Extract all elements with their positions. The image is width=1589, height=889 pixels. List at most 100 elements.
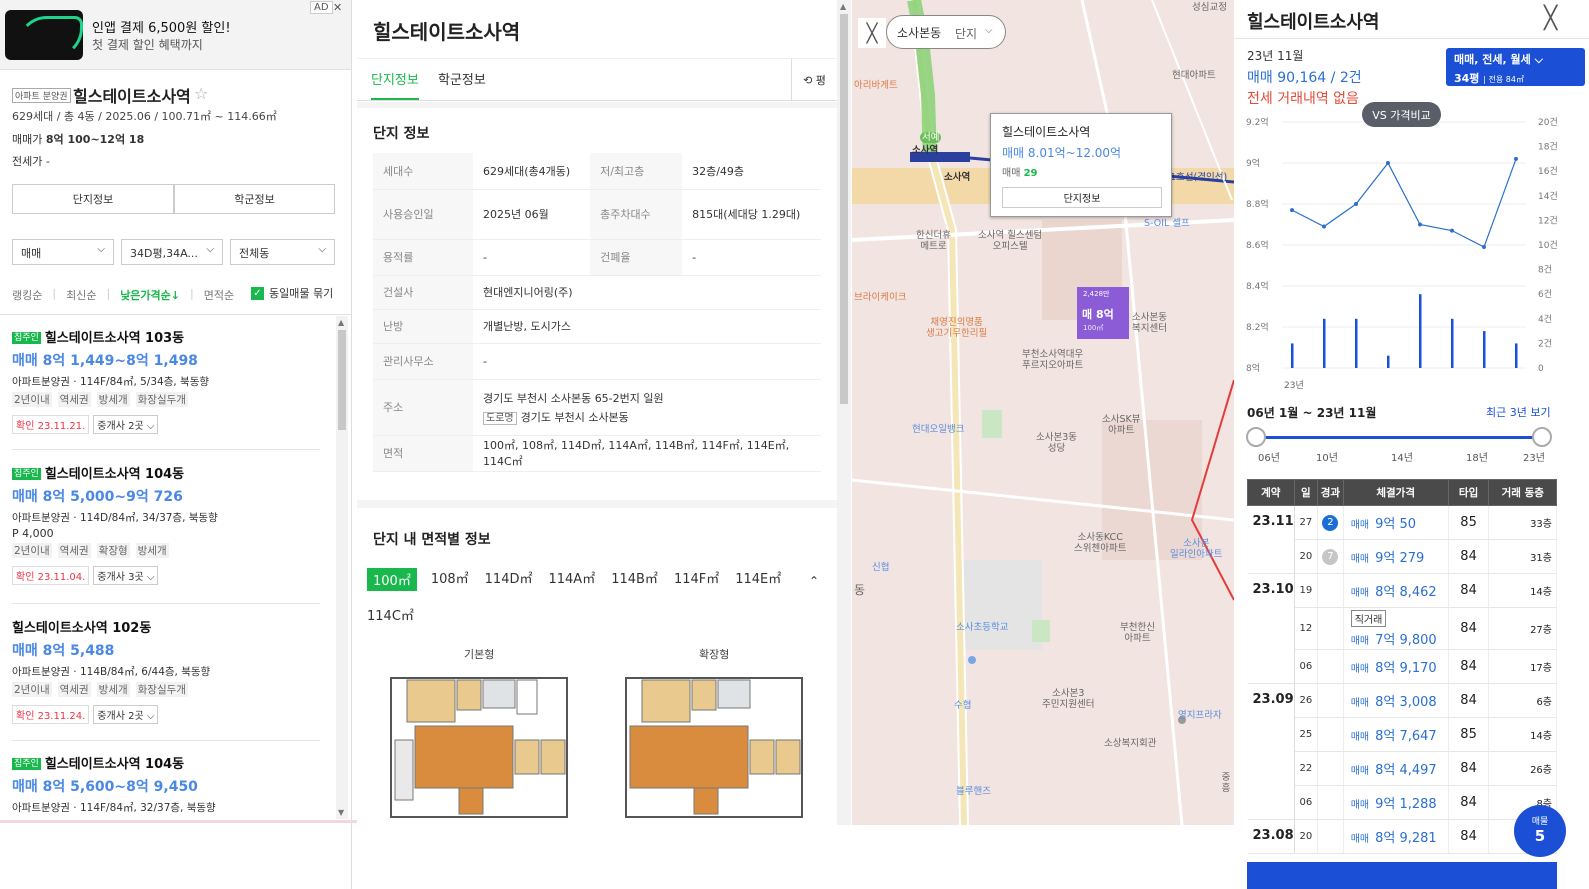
trade-type-area: 84 <box>1448 607 1490 650</box>
listings-fab-button[interactable]: 매물 5 <box>1514 805 1566 857</box>
table-row[interactable]: 12 직거래 매매 7억 9,800 84 27층 <box>1248 607 1557 650</box>
table-row[interactable]: 06매매9억 1,288848층 <box>1248 785 1557 820</box>
map-price-marker[interactable]: 2,428만 매 8억 100㎡ <box>1077 287 1129 339</box>
table-row[interactable]: 23.10 19 매매 8억 8,462 84 14층 <box>1247 573 1557 684</box>
popup-complex-info-button[interactable]: 단지정보 <box>1002 187 1162 208</box>
list-item[interactable]: 집주인 힐스테이트소사역 104동 매매 8억 5,000~9억 726 아파트분… <box>12 463 322 585</box>
area-tab[interactable]: 108㎡ <box>431 568 469 591</box>
chart-grid <box>1282 121 1526 369</box>
area-tab[interactable]: 114B㎡ <box>611 568 658 591</box>
area-tab[interactable]: 100㎡ <box>367 568 417 591</box>
trade-type-dropdown[interactable]: 매매, 전세, 월세 ⌵ 34평 | 전용 84㎡ <box>1446 48 1585 86</box>
table-row[interactable]: 06 매매 8억 9,170 84 17층 <box>1248 649 1557 684</box>
area-tab[interactable]: 114C㎡ <box>367 605 414 624</box>
sort-ranking[interactable]: 랭킹순 <box>12 287 42 303</box>
popup-price: 매매 8.01억~12.00억 <box>1002 146 1122 160</box>
trade-floor: 26층 <box>1488 751 1557 786</box>
complex-info-button[interactable]: 단지정보 <box>12 184 174 214</box>
price-history-panel: 힐스테이트소사역 ╳ 23년 11월 매매 90,164 / 2건 전세 거래내… <box>1234 0 1589 889</box>
area-tab[interactable]: 114D㎡ <box>485 568 533 591</box>
ad-close-icon[interactable]: ✕ <box>333 1 342 14</box>
elapsed-badge <box>1317 751 1344 786</box>
table-row[interactable]: 23.11 27 2 매매 9억 50 85 33층 <box>1247 505 1557 574</box>
info-value: 629세대(총4개동) <box>473 153 591 190</box>
area-tab[interactable]: 114E㎡ <box>735 568 781 591</box>
close-icon[interactable]: ╳ <box>858 18 886 48</box>
compare-price-button[interactable]: VS 가격비교 <box>1362 102 1441 127</box>
panel-title: 힐스테이트소사역 <box>1247 12 1380 33</box>
list-item[interactable]: 집주인 힐스테이트소사역 103동 매매 8억 1,449~8억 1,498 아파… <box>12 327 322 434</box>
transaction-table: 계약 일 경과 체결가격 타입 거래 동층 23.11 27 2 매매 9억 50 85 3… <box>1247 479 1558 854</box>
chart-bar <box>1451 318 1454 368</box>
building-select[interactable]: 전체동 ⌵ <box>230 239 335 265</box>
info-key: 주소 <box>373 379 473 436</box>
school-info-button[interactable]: 학군정보 <box>174 184 335 214</box>
slider-start-handle[interactable] <box>1246 427 1266 447</box>
tab-complex-info[interactable]: 단지정보 <box>371 69 419 100</box>
list-item[interactable]: 집주인 힐스테이트소사역 104동 매매 8억 5,600~8억 9,450 아파… <box>12 753 322 815</box>
area-tab[interactable]: 114F㎡ <box>674 568 719 591</box>
tag: 2년이내 <box>12 543 52 558</box>
ad-title: 인앱 결제 6,500원 할인! <box>92 21 231 36</box>
price-value: 8억 9,281 <box>1375 831 1437 846</box>
chart-point <box>1386 161 1390 165</box>
complex-name[interactable]: 힐스테이트소사역 <box>73 83 191 107</box>
trade-floor: 14층 <box>1488 573 1557 608</box>
tag: 방세개 <box>96 392 130 407</box>
chart-bar <box>1419 294 1422 368</box>
chart-x-label: 23년 <box>1284 380 1304 391</box>
map-label: 한신더휴 메트로 <box>916 230 951 252</box>
map-label: 부천한신 아파트 <box>1120 622 1155 644</box>
detail-scrollbar[interactable]: ▲ <box>837 0 851 825</box>
table-row[interactable]: 22 매매 8억 4,497 84 26층 <box>1248 751 1557 786</box>
table-row[interactable]: 25 매매 8억 7,647 85 14층 <box>1248 717 1557 752</box>
table-row[interactable]: 23.09 26 매매 8억 3,008 84 6층 <box>1247 683 1557 820</box>
table-row[interactable]: 20 7 매매 9억 279 84 31층 <box>1248 539 1557 574</box>
complex-popup[interactable]: 힐스테이트소사역 매매 8.01억~12.00억 매매 29 단지정보 <box>990 113 1172 217</box>
recent-3-years-link[interactable]: 최근 3년 보기 <box>1486 404 1551 420</box>
agent-count-button[interactable]: 중개사 2곳 ⌵ <box>93 705 159 724</box>
sort-latest[interactable]: 최신순 <box>66 287 96 303</box>
price-chart[interactable]: 9.2억 9억 8.8억 8.6억 8.4억 8.2억 8억 20건 18건 16건 14건 12건… <box>1234 110 1589 395</box>
bottom-action-bar[interactable] <box>1247 862 1557 889</box>
period-slider-track[interactable] <box>1252 436 1544 439</box>
detail-tabs: 단지정보 학군정보 ⟲ 평 <box>357 58 837 101</box>
elapsed-badge <box>1317 649 1344 684</box>
sort-area[interactable]: 면적순 <box>204 287 234 303</box>
info-key: 용적률 <box>373 239 473 276</box>
chart-bars <box>1291 294 1518 368</box>
agent-count-button[interactable]: 중개사 3곳 ⌵ <box>93 566 159 585</box>
floor-plan-extended[interactable] <box>624 674 804 819</box>
confirm-date: 확인 23.11.04. <box>12 566 90 585</box>
map-label: 소사본동 복지센터 <box>1132 312 1167 334</box>
map-label: 소상복지회관 <box>1104 738 1157 749</box>
trade-type-area: 84 <box>1448 649 1490 684</box>
unit-toggle-button[interactable]: ⟲ 평 <box>791 59 837 101</box>
favorite-star-icon[interactable]: ☆ <box>194 84 208 103</box>
table-row[interactable]: 23.0820매매8억 9,281848층 <box>1247 819 1557 854</box>
trade-price: 매매 8억 7,647 <box>1343 717 1449 752</box>
list-scrollbar[interactable]: ▲ ▼ <box>336 316 348 819</box>
floor-plan-basic[interactable] <box>389 674 569 819</box>
slider-end-handle[interactable] <box>1532 427 1552 447</box>
area-tab[interactable]: 114A㎡ <box>548 568 595 591</box>
merge-listings-toggle[interactable]: ✓ 동일매물 묶기 <box>251 285 333 301</box>
agent-count-button[interactable]: 중개사 2곳 ⌵ <box>93 415 159 434</box>
y2-tick-label: 6건 <box>1538 289 1552 300</box>
chevron-up-icon[interactable]: ⌃ <box>809 574 819 588</box>
sort-low-price[interactable]: 낮은가격순↓ <box>120 287 180 303</box>
area-select[interactable]: 34D평,34A... ⌵ <box>121 239 223 265</box>
trade-type-select[interactable]: 매매 ⌵ <box>12 239 114 265</box>
trade-type-value: 매매 <box>21 247 42 260</box>
location-filter-pill[interactable]: 소사본동 단지 ⌵ <box>886 15 1006 49</box>
road-address-tag: 도로명 <box>483 411 517 425</box>
ad-banner[interactable]: 인앱 결제 6,500원 할인! 첫 결제 할인 혜택까지 AD ✕ <box>0 0 351 70</box>
tab-school-info[interactable]: 학군정보 <box>438 69 486 88</box>
marker-area: 100㎡ <box>1083 324 1104 332</box>
close-icon[interactable]: ╳ <box>1544 6 1557 31</box>
info-key: 관리사무소 <box>373 343 473 380</box>
map-label: 동 <box>854 583 866 597</box>
info-key: 난방 <box>373 309 473 344</box>
list-item[interactable]: 힐스테이트소사역 102동 매매 8억 5,488 아파트분양권 · 114B/… <box>12 617 322 724</box>
contract-day: 22 <box>1294 751 1319 786</box>
